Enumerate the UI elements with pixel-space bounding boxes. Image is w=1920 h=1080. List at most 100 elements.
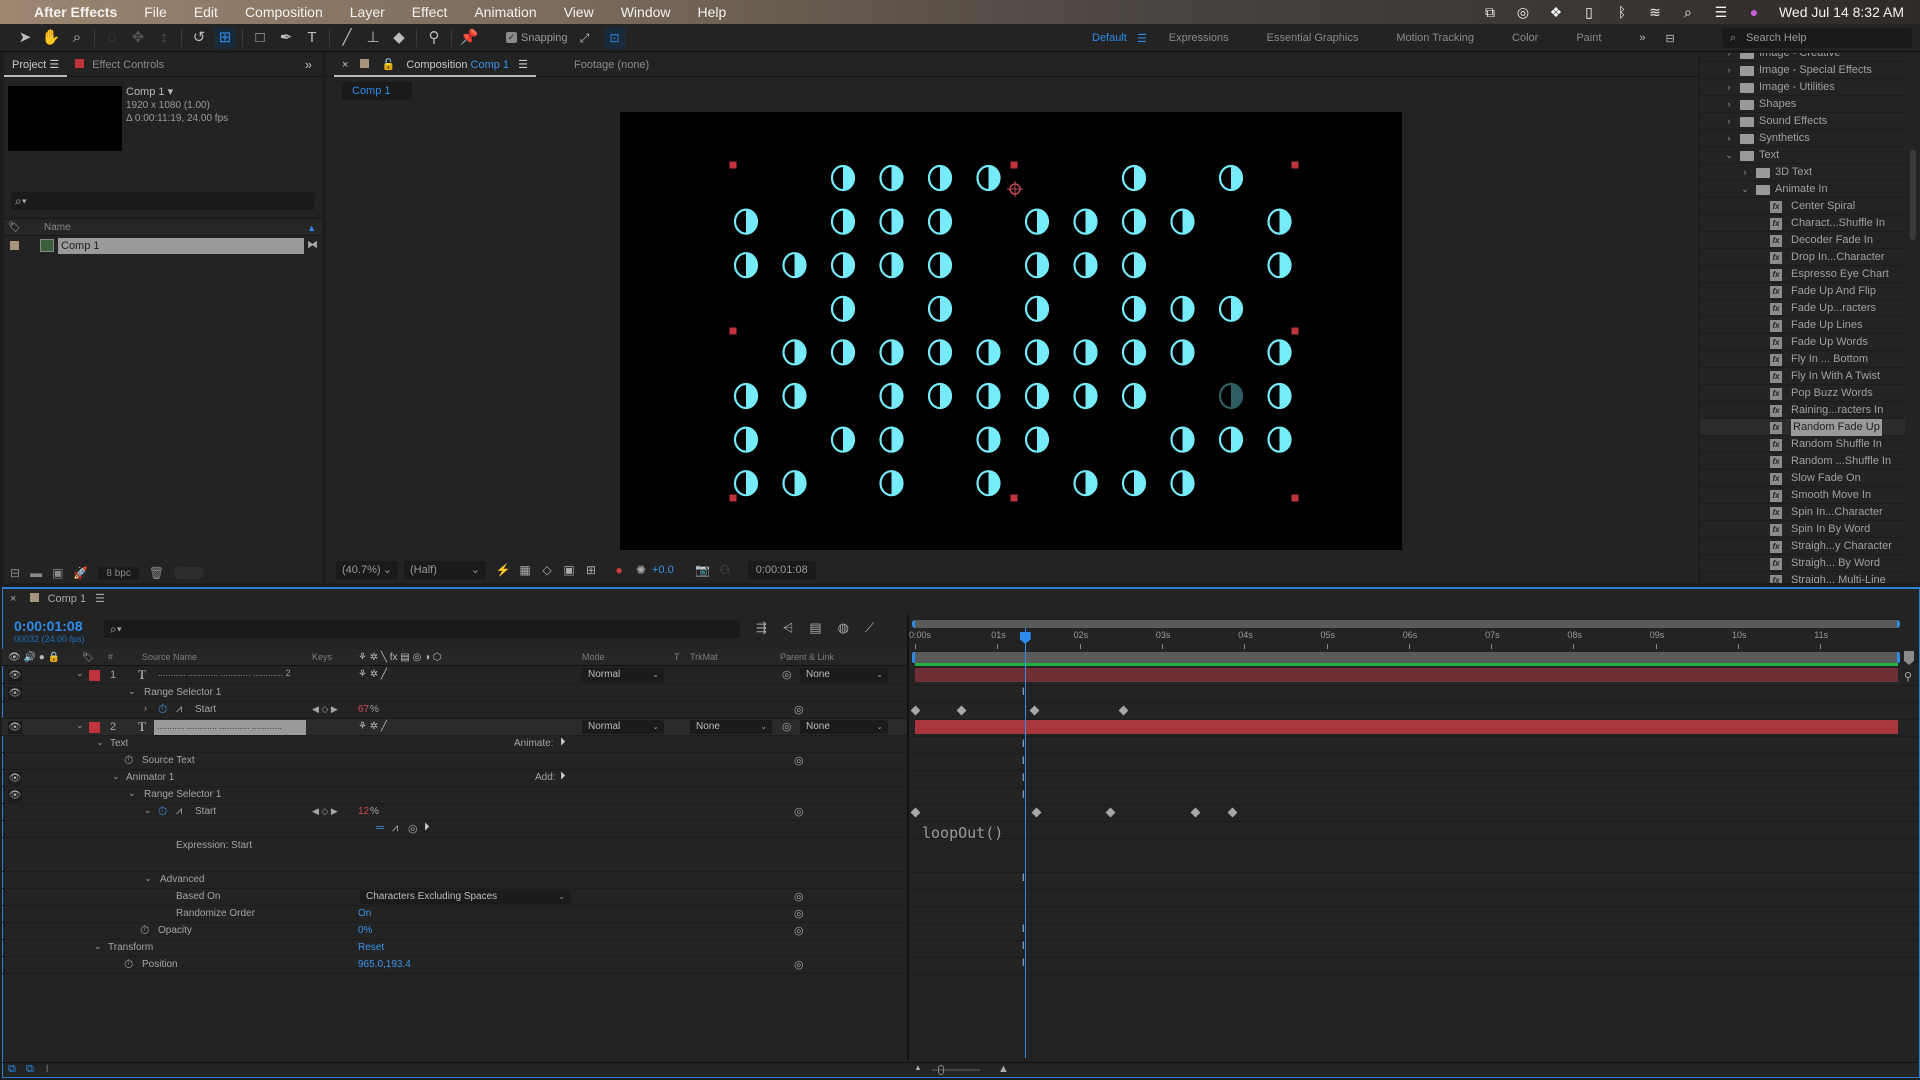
layer-bounding-handle[interactable] — [1291, 327, 1299, 335]
expand-chevron-icon[interactable]: ⌄ — [128, 788, 136, 799]
effects-preset[interactable]: fx Random Fade Up — [1700, 419, 1905, 436]
based-on-row[interactable]: Based On Characters Excluding Spaces ⌄ ◎ — [2, 889, 907, 906]
effects-preset[interactable]: fx Center Spiral — [1700, 198, 1905, 215]
current-time[interactable]: 0:00:01:08 — [14, 618, 83, 634]
label-column-icon[interactable]: 🏷 — [8, 219, 21, 237]
effects-preset[interactable]: fx Straigh...y Character — [1700, 538, 1905, 555]
effects-folder[interactable]: › Image - Creative — [1700, 53, 1905, 62]
workspace-menu-icon[interactable]: ☰ — [1137, 32, 1147, 45]
layer-name[interactable]: ........... ............ ............ ..… — [158, 668, 291, 678]
layer-1-duration-bar[interactable] — [915, 668, 1898, 682]
pickwhip-icon[interactable]: ◎ — [794, 924, 804, 937]
tab-footage[interactable]: Footage (none) — [566, 53, 657, 77]
expand-chevron-icon[interactable]: ⌄ — [112, 771, 120, 782]
tab-project[interactable]: Project ☰ — [4, 53, 68, 77]
layer-switches-icons[interactable]: ⚘ ✲ ╱ — [358, 669, 387, 680]
layer-bounding-handle[interactable] — [729, 161, 737, 169]
menu-window[interactable]: Window — [621, 4, 671, 20]
pickwhip-icon[interactable]: ◎ — [782, 668, 792, 681]
start-value[interactable]: 12 — [358, 806, 369, 817]
layer-bounding-handle[interactable] — [729, 494, 737, 502]
comp-navigator-tab[interactable]: Comp 1 — [342, 82, 412, 100]
menu-datetime[interactable]: Wed Jul 14 8:32 AM — [1779, 4, 1904, 20]
expression-enable-icon[interactable]: ═ — [376, 822, 384, 834]
time-navigator[interactable] — [912, 620, 1900, 628]
graph-icon[interactable]: ⩘ — [176, 703, 182, 716]
based-on-dropdown[interactable]: Characters Excluding Spaces ⌄ — [360, 890, 570, 904]
chevron-right-icon[interactable]: › — [1740, 164, 1750, 181]
tab-composition[interactable]: × 🔓 Composition Comp 1 ☰ — [334, 53, 536, 77]
in-out-toggle-icon[interactable]: ⧘ — [46, 1063, 48, 1076]
dropbox-icon[interactable]: ❖ — [1548, 4, 1564, 21]
effects-preset[interactable]: fx Decoder Fade In — [1700, 232, 1905, 249]
effects-preset[interactable]: fx Raining...racters In — [1700, 402, 1905, 419]
dolly-camera-tool-icon[interactable]: ↕ — [153, 27, 175, 49]
type-tool-icon[interactable]: T — [301, 27, 323, 49]
chevron-right-icon[interactable]: › — [1724, 113, 1734, 130]
panel-menu-icon[interactable]: ☰ — [95, 593, 105, 605]
rotation-tool-icon[interactable]: ↺ — [188, 27, 210, 49]
expand-chevron-icon[interactable]: › — [144, 703, 147, 713]
effects-folder[interactable]: › Image - Special Effects — [1700, 62, 1905, 79]
graph-icon[interactable]: ⩘ — [176, 805, 182, 818]
effects-folder[interactable]: › Synthetics — [1700, 130, 1905, 147]
opacity-value[interactable]: 0% — [358, 925, 372, 936]
battery-icon[interactable]: ▯ — [1581, 4, 1597, 21]
snap-option-icon[interactable]: ⤢ — [574, 27, 596, 49]
effects-preset[interactable]: fx Slow Fade On — [1700, 470, 1905, 487]
effects-preset[interactable]: fx Drop In...Character — [1700, 249, 1905, 266]
effects-preset[interactable]: fx Fade Up...racters — [1700, 300, 1905, 317]
range-selector-row[interactable]: 👁 ⌄ Range Selector 1 — [2, 787, 907, 804]
fast-previews-icon[interactable]: ⚡ — [494, 563, 512, 577]
label-column-icon[interactable]: 🏷 — [82, 652, 93, 663]
keyframe-navigator-icon[interactable]: ◀ ◇ ▶ — [312, 806, 338, 817]
pickwhip-icon[interactable]: ◎ — [794, 805, 804, 818]
transform-reset-link[interactable]: Reset — [358, 942, 384, 953]
new-folder-icon[interactable]: ▬ — [30, 566, 42, 580]
start-property-row[interactable]: ⌄ ⏱ ⩘ Start ◀ ◇ ▶ 12 % ◎ — [2, 804, 907, 821]
orbit-camera-tool-icon[interactable]: ◌ — [101, 27, 123, 49]
keyframe-navigator-icon[interactable]: ◀ ◇ ▶ — [312, 704, 338, 715]
eraser-tool-icon[interactable]: ◆ — [388, 27, 410, 49]
column-mode[interactable]: Mode — [582, 652, 605, 662]
snap-grid-icon[interactable]: ⊡ — [603, 26, 626, 49]
spotlight-search-icon[interactable]: ⌕ — [1680, 4, 1696, 21]
expression-language-menu-icon[interactable]: ⏵ — [424, 821, 430, 834]
zoom-out-icon[interactable]: ▲ — [914, 1063, 922, 1072]
stopwatch-icon[interactable]: ⏱ — [124, 957, 133, 972]
hand-tool-icon[interactable]: ✋ — [40, 27, 62, 49]
render-queue-icon[interactable]: 🚀 — [73, 566, 88, 580]
effects-preset[interactable]: fx Charact...Shuffle In — [1700, 215, 1905, 232]
snapping-checkbox[interactable]: ✓ — [506, 32, 517, 43]
composition-mini-flowchart-icon[interactable]: ⇶ — [756, 620, 767, 636]
expand-chevron-icon[interactable]: ⌄ — [128, 686, 136, 697]
range-selector-row[interactable]: 👁 ⌄ Range Selector 1 — [2, 685, 907, 702]
effects-preset[interactable]: fx Spin In...Character — [1700, 504, 1905, 521]
menu-layer[interactable]: Layer — [350, 4, 385, 20]
eye-icon[interactable]: 👁 — [8, 687, 22, 700]
chevron-right-icon[interactable]: › — [1724, 79, 1734, 96]
exposure-value[interactable]: +0.0 — [652, 564, 674, 576]
exposure-reset-icon[interactable]: ✺ — [632, 563, 650, 577]
chevron-down-icon[interactable]: ⌄ — [1740, 181, 1750, 198]
transfer-controls-toggle-icon[interactable]: ⧉ — [26, 1063, 34, 1076]
brush-tool-icon[interactable]: ╱ — [336, 27, 358, 49]
workspace-essential-graphics[interactable]: Essential Graphics — [1267, 32, 1359, 44]
layer-label-swatch[interactable] — [89, 670, 100, 681]
layer-row-1[interactable]: 👁 ⌄ 1 T ........... ............ .......… — [2, 667, 907, 684]
layer-mode-dropdown[interactable]: Normal ⌄ — [582, 720, 664, 734]
effects-preset[interactable]: fx Spin In By Word — [1700, 521, 1905, 538]
menu-composition[interactable]: Composition — [245, 4, 323, 20]
layer-switches-toggle-icon[interactable]: ⧉ — [8, 1063, 16, 1076]
anchor-point-icon[interactable] — [1007, 181, 1023, 197]
time-ruler[interactable]: 0:00s 01s 02s 03s 04s 05s 06s 07s 08s 09s 10s 11s — [909, 628, 1900, 652]
effects-folder[interactable]: › Image - Utilities — [1700, 79, 1905, 96]
effects-folder[interactable]: › Shapes — [1700, 96, 1905, 113]
source-text-row[interactable]: ⏱ Source Text ◎ — [2, 753, 907, 770]
animator-row[interactable]: 👁 ⌄ Animator 1 Add: ⏵ — [2, 770, 907, 787]
timeline-search-input[interactable]: ⌕▾ — [104, 620, 740, 638]
menu-effect[interactable]: Effect — [412, 4, 448, 20]
work-area-bar[interactable] — [912, 652, 1900, 663]
effects-folder[interactable]: › Sound Effects — [1700, 113, 1905, 130]
panel-menu-icon[interactable]: ☰ — [49, 59, 59, 71]
